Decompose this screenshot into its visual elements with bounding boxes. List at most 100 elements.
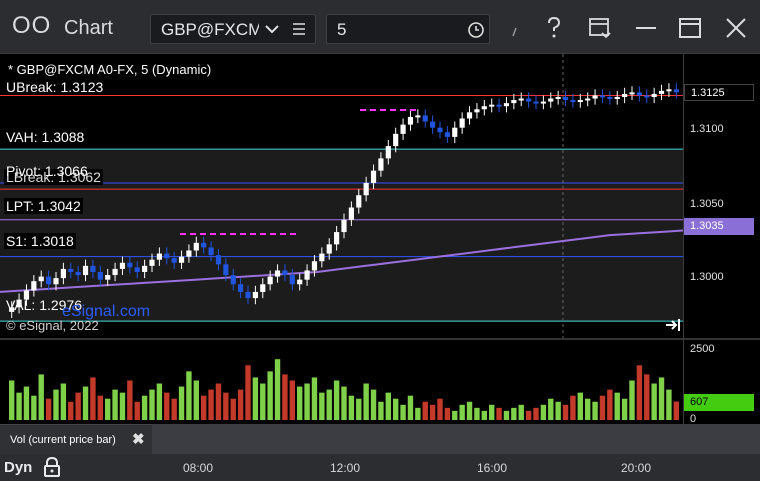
time-axis[interactable]: Dyn 08:00 12:00 16:00 20:00 <box>0 454 760 481</box>
interval-selector[interactable]: 5 <box>326 14 490 44</box>
volume-bar <box>119 392 126 420</box>
volume-bar <box>607 389 613 420</box>
candle-body <box>334 232 340 245</box>
candle-body <box>68 268 74 272</box>
candle-body <box>282 270 288 276</box>
volume-bar <box>489 404 495 420</box>
volume-bar <box>223 392 229 420</box>
volume-bar <box>178 386 185 420</box>
candle-body <box>548 98 554 102</box>
candle-body <box>46 276 52 285</box>
close-study-icon[interactable]: ✖ <box>132 430 145 448</box>
volume-bar <box>356 398 362 420</box>
interval-input[interactable]: 5 <box>337 20 346 40</box>
volume-bar <box>466 401 473 420</box>
dyn-label[interactable]: Dyn <box>4 459 32 476</box>
pivot-label: Pivot: 1.3066 <box>6 163 88 179</box>
help-icon[interactable] <box>540 14 568 42</box>
title-bar: OO Chart GBP@FXCM 5 <box>0 0 760 54</box>
volume-bar <box>518 404 524 420</box>
candle-body <box>540 101 546 104</box>
candle-body <box>311 261 318 271</box>
maximize-icon[interactable] <box>676 14 704 42</box>
volume-bar <box>393 398 399 420</box>
volume-bar <box>237 389 244 420</box>
symbol-menu-icon[interactable] <box>291 22 307 36</box>
candle-body <box>526 98 532 102</box>
candle-body <box>400 124 406 134</box>
volume-bar <box>45 398 52 420</box>
volume-bar <box>577 392 583 420</box>
price-chart[interactable] <box>0 54 760 338</box>
volume-bar <box>666 389 672 420</box>
clock-icon[interactable] <box>467 21 485 39</box>
volume-bar <box>658 377 665 420</box>
volume-bar <box>127 380 133 420</box>
price-tick: 1.3100 <box>690 123 724 135</box>
volume-bar <box>459 404 465 420</box>
vah-label: VAH: 1.3088 <box>4 129 87 145</box>
time-label: 12:00 <box>330 461 361 475</box>
candle-body <box>304 270 310 280</box>
candle-body <box>577 100 583 103</box>
candle-body <box>82 265 89 276</box>
jump-to-latest-icon[interactable] <box>664 317 682 333</box>
candle-body <box>385 146 391 159</box>
candle-body <box>201 242 207 248</box>
minimize-icon[interactable] <box>632 14 660 42</box>
volume-bar <box>16 392 22 420</box>
volume-bar <box>193 380 199 420</box>
candle-body <box>97 271 103 280</box>
volume-bar <box>252 377 259 420</box>
candle-body <box>378 158 384 171</box>
candle-body <box>614 96 620 99</box>
volume-bar <box>201 395 207 420</box>
candle-body <box>112 268 118 276</box>
candle-body <box>466 112 473 119</box>
volume-bar <box>585 398 591 420</box>
candle-body <box>474 109 480 113</box>
volume-bar <box>186 371 192 420</box>
candle-body <box>570 100 576 103</box>
candle-body <box>363 182 369 196</box>
volume-bar <box>171 398 177 420</box>
volume-bar <box>378 401 384 420</box>
template-icon[interactable] <box>586 14 614 42</box>
volume-bar <box>348 395 355 420</box>
candle-body <box>274 270 281 277</box>
time-label: 20:00 <box>621 461 652 475</box>
volume-legend-text: Vol (current price bar) <box>10 434 116 446</box>
candle-body <box>658 90 665 94</box>
candle-body <box>348 207 354 220</box>
volume-bar <box>141 395 148 420</box>
volume-bar <box>304 383 310 420</box>
volume-bar <box>149 389 155 420</box>
candle-body <box>511 100 517 104</box>
volume-bar <box>422 401 428 420</box>
candle-body <box>31 281 37 291</box>
price-pane[interactable] <box>0 54 760 338</box>
volume-bar <box>570 395 576 420</box>
volume-chart[interactable] <box>0 340 760 424</box>
symbol-input[interactable]: GBP@FXCM <box>161 20 259 40</box>
volume-bar <box>333 380 340 420</box>
price-tick: 1.3000 <box>690 271 724 283</box>
volume-bar <box>385 392 391 420</box>
volume-bar <box>311 377 318 420</box>
candle-body <box>53 278 59 285</box>
lock-icon[interactable] <box>42 456 62 478</box>
price-tick: 1.3050 <box>690 198 724 210</box>
volume-pane[interactable] <box>0 340 760 424</box>
candle-body <box>245 291 251 299</box>
close-icon[interactable] <box>722 14 750 42</box>
candle-body <box>622 93 628 97</box>
volume-bar <box>452 410 458 420</box>
draw-tool-icon[interactable] <box>504 14 532 42</box>
volume-bar <box>511 407 517 420</box>
chevron-down-icon[interactable] <box>263 21 281 37</box>
copyright: © eSignal, 2022 <box>6 318 99 333</box>
symbol-selector[interactable]: GBP@FXCM <box>150 14 316 44</box>
volume-bar <box>429 404 436 420</box>
candle-body <box>503 103 510 107</box>
volume-bar <box>274 359 281 420</box>
